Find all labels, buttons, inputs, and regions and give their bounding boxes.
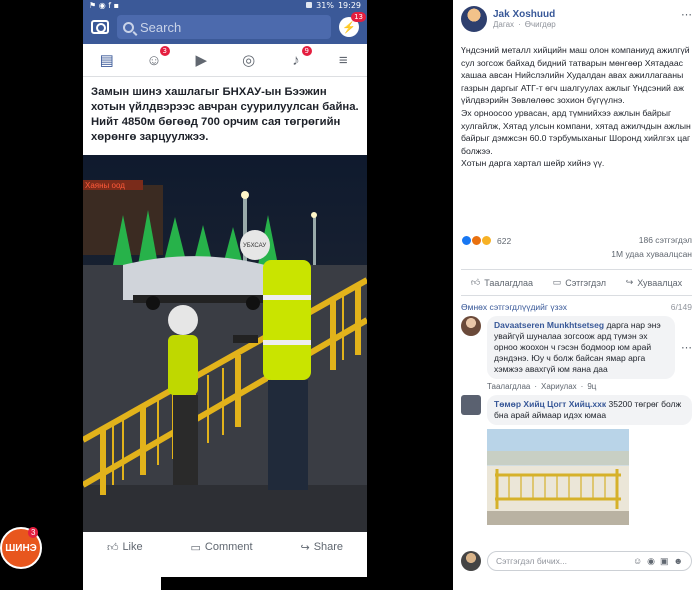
camera-icon[interactable]: ◉ (647, 556, 655, 567)
comment-button[interactable]: ▭ Comment (191, 541, 253, 554)
sticker-icon[interactable]: ☻ (674, 556, 683, 567)
post-body: Үндсэний металл хийцийн маш олон компани… (461, 45, 691, 169)
shop-sign: Хаяны оод (85, 181, 125, 190)
status-left-icons: ⚑ ◉ f ▪ (89, 0, 120, 10)
reaction-count: 622 (497, 235, 512, 246)
sad-reaction-icon (481, 235, 492, 246)
comment-like-link[interactable]: Таалагдлаа (487, 382, 530, 391)
workers-installing-fence-photo: Хаяны оод УБХСАУ (83, 155, 367, 532)
comment-input-placeholder: Сэтгэгдэл бичих... (496, 556, 567, 566)
search-input[interactable]: Search (117, 15, 331, 39)
post-panel: Jak Xoshuud Дагах · Өчигдөр ⋯ Үндсэний м… (453, 0, 700, 590)
emoji-icon[interactable]: ☺ (633, 556, 642, 567)
previous-comments-row: Өмнөх сэтгэгдлүүдийг үзэх 6/149 (453, 296, 700, 316)
post-stats: 622 186 сэтгэгдэл 1М удаа хуваалцсан (453, 233, 700, 269)
signal-icon (306, 2, 313, 8)
search-icon (123, 21, 134, 33)
post-header: Jak Xoshuud Дагах · Өчигдөр ⋯ (453, 0, 700, 38)
panel-comment-button[interactable]: ▭ Сэтгэгдэл (553, 277, 606, 288)
battery-level: 31% (316, 0, 334, 10)
share-arrow-icon: ↪ (625, 277, 634, 287)
messenger-badge: 13 (351, 12, 366, 22)
news-feed-icon[interactable]: ▤ (98, 51, 116, 69)
comment-meta-separator: · (534, 382, 538, 391)
panel-comment-label: Сэтгэгдэл (565, 277, 606, 288)
comment: Төмөр Хийц Цогт Хийц.ххк 35200 төгрөг бо… (453, 395, 700, 425)
previous-comments-link[interactable]: Өмнөх сэтгэгдлүүдийг үзэх (461, 302, 567, 316)
comments-count[interactable]: 186 сэтгэгдэл (611, 233, 692, 247)
friends-badge: 3 (159, 46, 170, 56)
notifications-icon[interactable]: ♪ 9 (287, 46, 312, 69)
yellow-fence-photo (487, 451, 629, 525)
comment-fence-photo[interactable] (487, 429, 629, 525)
camera-icon[interactable] (91, 20, 109, 34)
nav-tabs: ▤ ☺ 3 ▶ ◎ ♪ 9 ≡ (83, 44, 367, 77)
comment-meta-separator: · (580, 382, 584, 391)
watch-icon[interactable]: ▶ (192, 51, 210, 69)
clock: 19:29 (337, 0, 361, 10)
comment-bubble: Төмөр Хийц Цогт Хийц.ххк 35200 төгрөг бо… (487, 395, 692, 425)
author-name[interactable]: Jak Xoshuud (493, 9, 556, 20)
like-icon: 👍︎ (106, 541, 119, 554)
comment-time[interactable]: 9ц (587, 382, 596, 391)
share-button[interactable]: ↪ Share (300, 541, 343, 554)
comment-label: Comment (204, 541, 253, 553)
search-placeholder: Search (140, 19, 182, 35)
gif-icon[interactable]: ▣ (660, 556, 669, 567)
profile-icon[interactable]: ◎ (240, 51, 258, 69)
facebook-top-bar: Search ⚡ 13 (83, 10, 367, 44)
post-time[interactable]: Өчигдөр (525, 20, 556, 29)
phone-screenshot: ⚑ ◉ f ▪ 31% 19:29 Search ⚡ 13 ▤ ☺ 3 ▶ ◎ (83, 0, 367, 577)
shares-count[interactable]: 1М удаа хуваалцсан (611, 247, 692, 261)
panel-share-label: Хуваалцах (637, 277, 683, 288)
comment-options-icon[interactable]: ⋯ (681, 341, 692, 354)
comment-input-row: Сэтгэгдэл бичих... ☺ ◉ ▣ ☻ (453, 548, 700, 574)
more-options-icon[interactable]: ⋯ (681, 8, 692, 21)
commenter-name[interactable]: Төмөр Хийц Цогт Хийц.ххк (494, 399, 606, 409)
author-avatar[interactable] (461, 6, 487, 32)
messenger-icon[interactable]: ⚡ 13 (339, 12, 366, 37)
notifications-badge: 9 (301, 46, 312, 56)
comment-reply-link[interactable]: Хариулах (541, 382, 577, 391)
thumbs-up-icon: 👍︎ (470, 277, 481, 287)
panel-share-button[interactable]: ↪ Хуваалцах (626, 277, 682, 288)
reactions[interactable]: 622 (461, 233, 511, 246)
meta-separator: · (518, 20, 521, 29)
comment-meta: Таалагдлаа · Хариулах · 9ц (453, 379, 700, 395)
panel-like-button[interactable]: 👍︎ Таалагдлаа (471, 277, 533, 288)
comment: Davaatseren Munkhtsetseg дарга нар энэ у… (453, 316, 700, 379)
status-bar: ⚑ ◉ f ▪ 31% 19:29 (83, 0, 367, 10)
helmet-label: УБХСАУ (243, 243, 266, 249)
commenter-avatar[interactable] (461, 395, 481, 415)
panel-actions: 👍︎ Таалагдлаа ▭ Сэтгэгдэл ↪ Хуваалцах (461, 269, 692, 296)
comment-bubble-icon: ▭ (552, 277, 562, 287)
share-label: Share (313, 541, 344, 553)
screenshot-collage: ⚑ ◉ f ▪ 31% 19:29 Search ⚡ 13 ▤ ☺ 3 ▶ ◎ (0, 0, 700, 590)
comment-counter: 6/149 (670, 302, 692, 312)
share-icon: ↪ (300, 541, 310, 554)
follow-link[interactable]: Дагах (493, 20, 514, 29)
post-photo[interactable]: Хаяны оод УБХСАУ (83, 155, 367, 532)
my-avatar (461, 551, 481, 571)
commenter-avatar[interactable] (461, 316, 481, 336)
friends-icon[interactable]: ☺ 3 (145, 46, 170, 69)
comment-bubble: Davaatseren Munkhtsetseg дарга нар энэ у… (487, 316, 675, 379)
post-actions: 👍︎ Like ▭ Comment ↪ Share (83, 532, 367, 562)
panel-like-label: Таалагдлаа (484, 277, 534, 288)
menu-icon[interactable]: ≡ (334, 51, 352, 69)
comment-icon: ▭ (190, 541, 201, 554)
like-label: Like (122, 541, 143, 553)
phone-bottom-strip (83, 577, 161, 590)
like-button[interactable]: 👍︎ Like (107, 541, 143, 554)
commenter-name[interactable]: Davaatseren Munkhtsetseg (494, 320, 604, 330)
comment-input[interactable]: Сэтгэгдэл бичих... ☺ ◉ ▣ ☻ (487, 551, 692, 571)
